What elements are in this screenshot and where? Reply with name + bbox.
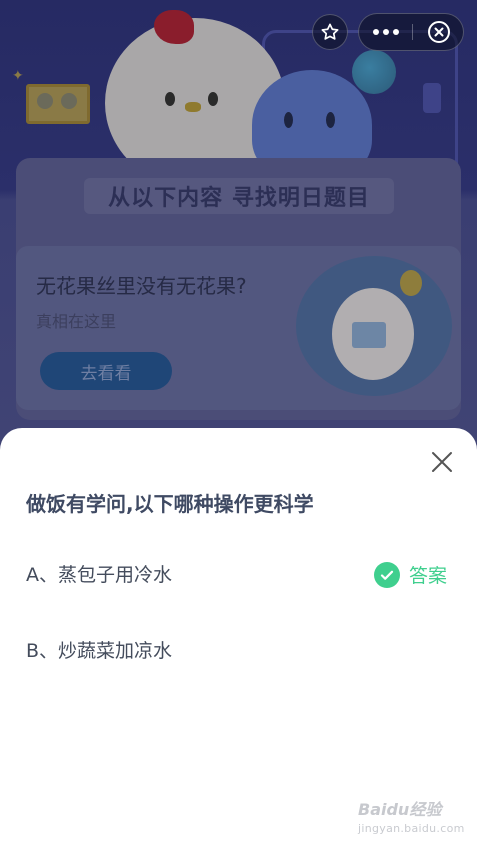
promo-view-button[interactable]: 去看看 [40,352,172,390]
close-icon [432,452,452,472]
answer-label: 答案 [409,565,448,587]
answer-sheet: 做饭有学问,以下哪种操作更科学 A、蒸包子用冷水 答案 B、炒蔬菜加凉水 Bai… [0,428,477,852]
star-outline-icon [321,23,339,40]
promo-title: 无花果丝里没有无花果? [36,274,247,298]
mini-program-capsule [358,13,464,51]
close-program-button[interactable] [413,14,465,50]
option-b-label: B、炒蔬菜加凉水 [26,640,173,662]
more-dots-icon [372,29,399,35]
watermark-brand: Baidu经验 [358,800,442,819]
medal-frame [26,84,90,124]
blue-mascot-eye [326,112,335,128]
question-text: 做饭有学问,以下哪种操作更科学 [26,492,314,516]
promo-subtitle: 真相在这里 [36,312,117,331]
medal-icon [37,93,53,109]
favorite-star-button[interactable] [312,14,348,50]
book-icon [352,322,386,348]
lightbulb-icon [400,270,422,296]
option-a-label: A、蒸包子用冷水 [26,564,172,586]
medal-icon [61,93,77,109]
chick-eye [208,92,218,106]
chick-comb [154,10,194,44]
check-circle-icon [374,561,400,588]
chick-eye [165,92,175,106]
close-circle-icon [428,21,450,43]
globe-decoration [352,50,396,94]
chick-beak [185,102,201,112]
option-a[interactable]: A、蒸包子用冷水 答案 [0,548,477,598]
card-heading: 从以下内容 寻找明日题目 [108,186,370,211]
blue-mascot-eye [284,112,293,128]
sparkle-icon: ✦ [12,68,24,84]
sheet-close-button[interactable] [424,444,460,480]
more-button[interactable] [359,14,412,50]
baidu-watermark: Baidu经验 jingyan.baidu.com [358,796,465,835]
correct-answer-tag: 答案 [374,561,447,588]
watermark-url: jingyan.baidu.com [358,822,465,835]
option-b[interactable]: B、炒蔬菜加凉水 [0,624,477,674]
